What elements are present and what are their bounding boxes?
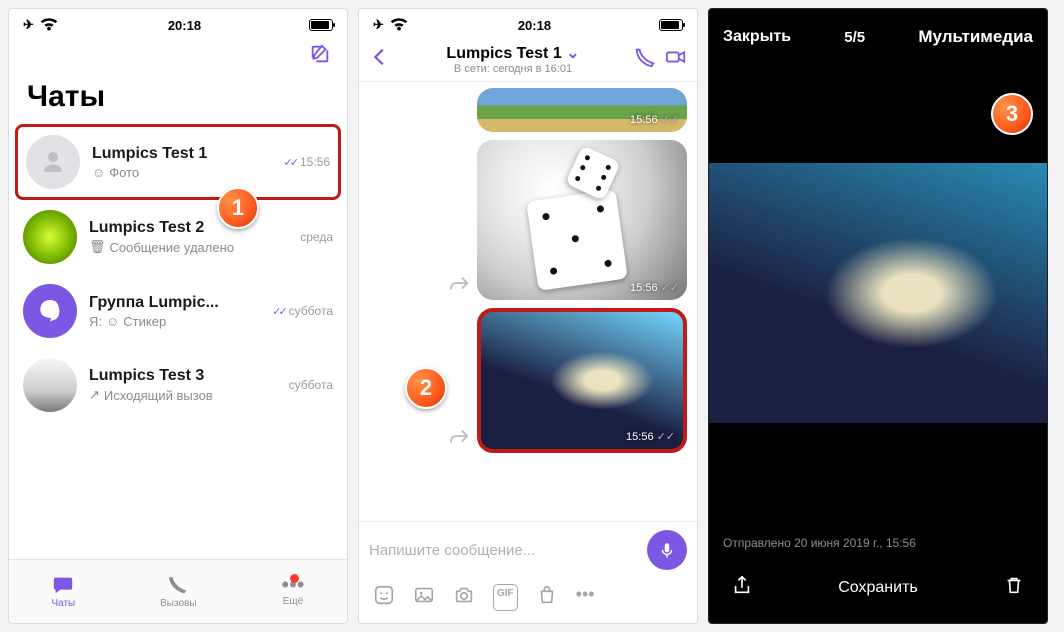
message-input-bar: Напишите сообщение... (359, 521, 697, 578)
gallery-icon[interactable] (413, 584, 435, 611)
wifi-icon (388, 13, 410, 38)
status-bar: ✈ 20:18 (9, 9, 347, 37)
step-badge-1: 1 (217, 187, 259, 229)
save-button[interactable]: Сохранить (753, 579, 1003, 597)
screenshot-chat-list: ✈ 20:18 Чаты Lumpics Test 1 ☺ Фото ✓✓ (8, 8, 348, 624)
back-button[interactable] (369, 46, 391, 73)
message-row: 15:56✓✓ (369, 140, 687, 300)
battery-icon (309, 19, 333, 31)
airplane-mode-icon: ✈ (373, 17, 384, 33)
chat-time: суббота (289, 378, 333, 392)
chat-subtitle: В сети: сегодня в 16:01 (399, 63, 627, 75)
photo-icon: ☺ (92, 165, 105, 180)
page-title: Чаты (9, 72, 347, 124)
media-header: Закрыть 5/5 Мультимедиа (709, 9, 1047, 55)
message-list[interactable]: 15:56✓✓ 15:56✓✓ 15:5 (359, 82, 697, 521)
media-image (709, 163, 1047, 423)
chat-name: Lumpics Test 1 (92, 145, 272, 163)
tab-label: Чаты (51, 598, 75, 609)
gif-icon[interactable]: GIF (493, 584, 518, 611)
message-time: 15:56 (630, 282, 658, 294)
chat-time: суббота (289, 304, 333, 318)
chat-row-selected[interactable]: Lumpics Test 1 ☺ Фото ✓✓ 15:56 (15, 124, 341, 200)
read-receipt-icon: ✓✓ (661, 281, 679, 294)
chat-row[interactable]: Lumpics Test 3 ↗ Исходящий вызов суббота (9, 348, 347, 422)
tab-bar: Чаты Вызовы ••• Ещё (9, 559, 347, 623)
message-time: 15:56 (630, 114, 658, 126)
avatar-laptop (23, 358, 77, 412)
forward-icon[interactable] (449, 426, 471, 453)
chat-name: Lumpics Test 2 (89, 219, 288, 237)
chat-title[interactable]: Lumpics Test 1 ⌄ (399, 43, 627, 63)
more-attach-icon[interactable]: ••• (576, 584, 595, 611)
media-counter: 5/5 (844, 29, 865, 46)
status-time: 20:18 (168, 18, 201, 33)
airplane-mode-icon: ✈ (23, 17, 34, 33)
step-badge-3: 3 (991, 93, 1033, 135)
status-time: 20:18 (518, 18, 551, 33)
chevron-down-icon: ⌄ (566, 45, 579, 62)
chat-preview: Исходящий вызов (104, 388, 213, 403)
sticker-icon: ☺ (106, 314, 119, 329)
media-footer: Сохранить (709, 556, 1047, 623)
wifi-icon (38, 13, 60, 38)
chat-header: Lumpics Test 1 ⌄ В сети: сегодня в 16:01 (359, 37, 697, 82)
chat-time: среда (300, 230, 333, 244)
notification-dot (290, 574, 299, 583)
media-caption: Отправлено 20 июня 2019 г., 15:56 (709, 530, 1047, 556)
chat-preview: Сообщение удалено (110, 240, 234, 255)
message-time: 15:56 (626, 431, 654, 443)
video-call-button[interactable] (665, 46, 687, 73)
screenshot-chat-view: ✈ 20:18 Lumpics Test 1 ⌄ В сети: сегодня… (358, 8, 698, 624)
message-row: 15:56✓✓ (369, 88, 687, 132)
message-image-dice[interactable]: 15:56✓✓ (477, 140, 687, 300)
tab-calls[interactable]: Вызовы (160, 574, 196, 609)
screenshot-media-viewer: Закрыть 5/5 Мультимедиа 3 Отправлено 20 … (708, 8, 1048, 624)
chat-row[interactable]: Группа Lumpic... Я: ☺ Стикер ✓✓ суббота (9, 274, 347, 348)
delete-button[interactable] (1003, 574, 1025, 601)
trash-icon: 🗑 (89, 239, 106, 255)
battery-icon (659, 19, 683, 31)
chat-name: Lumpics Test 3 (89, 367, 277, 385)
share-button[interactable] (731, 574, 753, 601)
avatar-viber (23, 284, 77, 338)
shop-icon[interactable] (536, 584, 558, 611)
attachment-bar: GIF ••• (359, 578, 697, 623)
step-badge-2: 2 (405, 367, 447, 409)
chat-time: 15:56 (300, 155, 330, 169)
read-receipt-icon: ✓✓ (284, 156, 296, 169)
chat-name: Группа Lumpic... (89, 294, 260, 312)
close-button[interactable]: Закрыть (723, 28, 791, 46)
sticker-toggle-icon[interactable] (373, 584, 395, 611)
chat-preview-prefix: Я: (89, 314, 102, 329)
tab-label: Ещё (283, 596, 303, 607)
chat-preview: Фото (109, 165, 139, 180)
read-receipt-icon: ✓✓ (272, 305, 284, 318)
avatar-placeholder (26, 135, 80, 189)
tab-label: Вызовы (160, 598, 196, 609)
compose-icon[interactable] (309, 43, 331, 70)
avatar-lime (23, 210, 77, 264)
media-title: Мультимедиа (918, 27, 1033, 47)
camera-icon[interactable] (453, 584, 475, 611)
forward-icon[interactable] (449, 273, 471, 300)
tab-chats[interactable]: Чаты (51, 574, 75, 609)
status-bar: ✈ 20:18 (359, 9, 697, 37)
tab-more[interactable]: ••• Ещё (281, 576, 304, 607)
mic-button[interactable] (647, 530, 687, 570)
message-input[interactable]: Напишите сообщение... (369, 542, 639, 559)
message-image-tech-selected[interactable]: 15:56✓✓ (477, 308, 687, 453)
chat-preview: Стикер (123, 314, 166, 329)
read-receipt-icon: ✓✓ (657, 430, 675, 443)
read-receipt-icon: ✓✓ (661, 113, 679, 126)
voice-call-button[interactable] (635, 46, 657, 73)
chat-row[interactable]: Lumpics Test 2 🗑 Сообщение удалено среда (9, 200, 347, 274)
outgoing-call-icon: ↗ (89, 387, 100, 403)
message-image-landscape[interactable]: 15:56✓✓ (477, 88, 687, 132)
